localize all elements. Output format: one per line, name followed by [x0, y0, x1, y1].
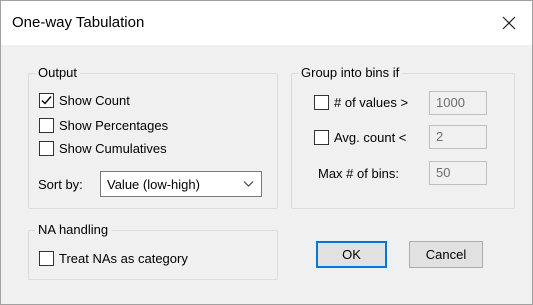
- one-way-tabulation-dialog: One-way Tabulation Output Show Count Sho…: [0, 0, 533, 305]
- na-handling-legend: NA handling: [35, 222, 112, 237]
- close-button[interactable]: [486, 1, 532, 45]
- show-cumulatives-checkbox[interactable]: [39, 141, 54, 156]
- chevron-down-icon: [243, 181, 254, 187]
- close-icon: [502, 16, 516, 30]
- bins-group: Group into bins if # of values > 1000 Av…: [291, 65, 515, 209]
- num-values-label[interactable]: # of values >: [334, 95, 408, 110]
- show-percentages-checkbox[interactable]: [39, 118, 54, 133]
- cancel-button[interactable]: Cancel: [409, 241, 483, 268]
- output-group-legend: Output: [35, 65, 81, 80]
- show-count-label[interactable]: Show Count: [59, 93, 130, 108]
- avg-count-checkbox[interactable]: [314, 130, 329, 145]
- treat-nas-checkbox[interactable]: [39, 251, 54, 266]
- sort-by-value: Value (low-high): [107, 177, 200, 192]
- output-group: Output Show Count Show Percentages Show …: [28, 65, 278, 209]
- max-bins-field[interactable]: 50: [429, 161, 487, 185]
- num-values-field[interactable]: 1000: [429, 91, 487, 115]
- avg-count-label[interactable]: Avg. count <: [334, 130, 406, 145]
- num-values-checkbox[interactable]: [314, 95, 329, 110]
- sort-by-label: Sort by:: [38, 177, 83, 192]
- na-handling-group: NA handling Treat NAs as category: [28, 222, 278, 280]
- show-count-checkbox[interactable]: [39, 93, 54, 108]
- bins-group-legend: Group into bins if: [298, 65, 403, 80]
- show-cumulatives-label[interactable]: Show Cumulatives: [59, 141, 167, 156]
- treat-nas-label[interactable]: Treat NAs as category: [59, 251, 188, 266]
- dialog-title: One-way Tabulation: [12, 14, 145, 31]
- max-bins-label: Max # of bins:: [318, 166, 399, 181]
- ok-button[interactable]: OK: [316, 241, 387, 268]
- show-percentages-label[interactable]: Show Percentages: [59, 118, 168, 133]
- sort-by-dropdown[interactable]: Value (low-high): [100, 171, 262, 197]
- title-bar: One-way Tabulation: [1, 1, 532, 45]
- avg-count-field[interactable]: 2: [429, 125, 487, 149]
- checkmark-icon: [41, 96, 52, 105]
